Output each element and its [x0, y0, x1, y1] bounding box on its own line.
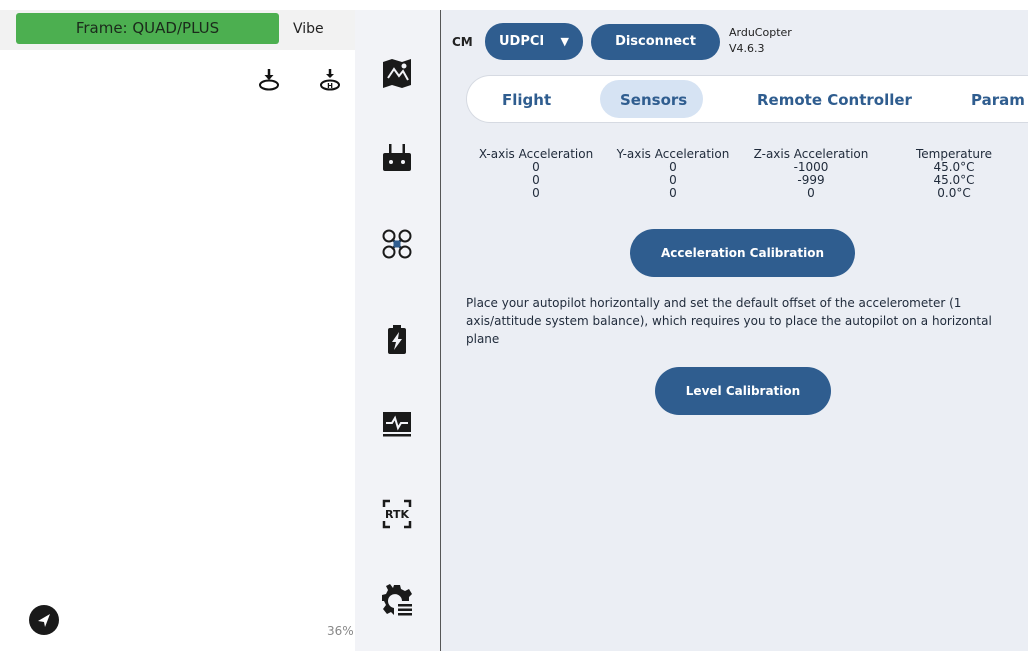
drone-frame-icon[interactable]: [380, 227, 414, 261]
port-select[interactable]: UDPCI ▼: [485, 23, 583, 60]
map-icon[interactable]: [380, 56, 414, 90]
port-select-value: UDPCI: [499, 34, 545, 49]
column-y-acceleration: Y-axis Acceleration 0 0 0: [608, 148, 738, 200]
left-panel: Frame: QUAD/PLUS Vibe H 36%: [0, 0, 355, 651]
return-home-icon[interactable]: H: [317, 67, 343, 93]
disconnect-button[interactable]: Disconnect: [591, 24, 720, 60]
firmware-version: V4.6.3: [729, 42, 765, 55]
land-icon[interactable]: [256, 67, 282, 93]
column-x-acceleration: X-axis Acceleration 0 0 0: [471, 148, 601, 200]
acceleration-calibration-button[interactable]: Acceleration Calibration: [630, 229, 855, 277]
monitor-pulse-icon[interactable]: [380, 407, 414, 441]
table-cell: 0: [807, 186, 815, 200]
remote-controller-icon[interactable]: [380, 141, 414, 175]
firmware-name: ArduCopter: [729, 26, 792, 39]
svg-text:H: H: [327, 82, 333, 90]
vibe-label[interactable]: Vibe: [293, 21, 324, 37]
tab-param[interactable]: Param: [971, 88, 1025, 112]
tab-remote-controller[interactable]: Remote Controller: [757, 88, 912, 112]
rtk-icon[interactable]: RTK: [380, 497, 414, 531]
table-cell: 0.0°C: [937, 186, 971, 200]
level-calibration-button[interactable]: Level Calibration: [655, 367, 831, 415]
send-icon[interactable]: [29, 605, 59, 635]
frame-badge[interactable]: Frame: QUAD/PLUS: [16, 13, 279, 44]
level-calibration-instruction: Place your autopilot horizontally and se…: [466, 296, 992, 346]
settings-gear-icon[interactable]: [380, 583, 414, 617]
table-cell: 0: [669, 186, 677, 200]
tab-sensors[interactable]: Sensors: [620, 88, 687, 112]
cm-label: CM: [452, 35, 473, 49]
column-z-acceleration: Z-axis Acceleration -1000 -999 0: [746, 148, 876, 200]
column-temperature: Temperature 45.0°C 45.0°C 0.0°C: [904, 148, 1004, 200]
firmware-info: ArduCopter V4.6.3: [729, 25, 792, 57]
rtk-label: RTK: [385, 508, 409, 521]
caret-down-icon: ▼: [560, 35, 569, 48]
percent-readout: 36%: [327, 624, 354, 638]
table-cell: 0: [532, 186, 540, 200]
battery-icon[interactable]: [380, 323, 414, 357]
tab-flight[interactable]: Flight: [502, 88, 551, 112]
